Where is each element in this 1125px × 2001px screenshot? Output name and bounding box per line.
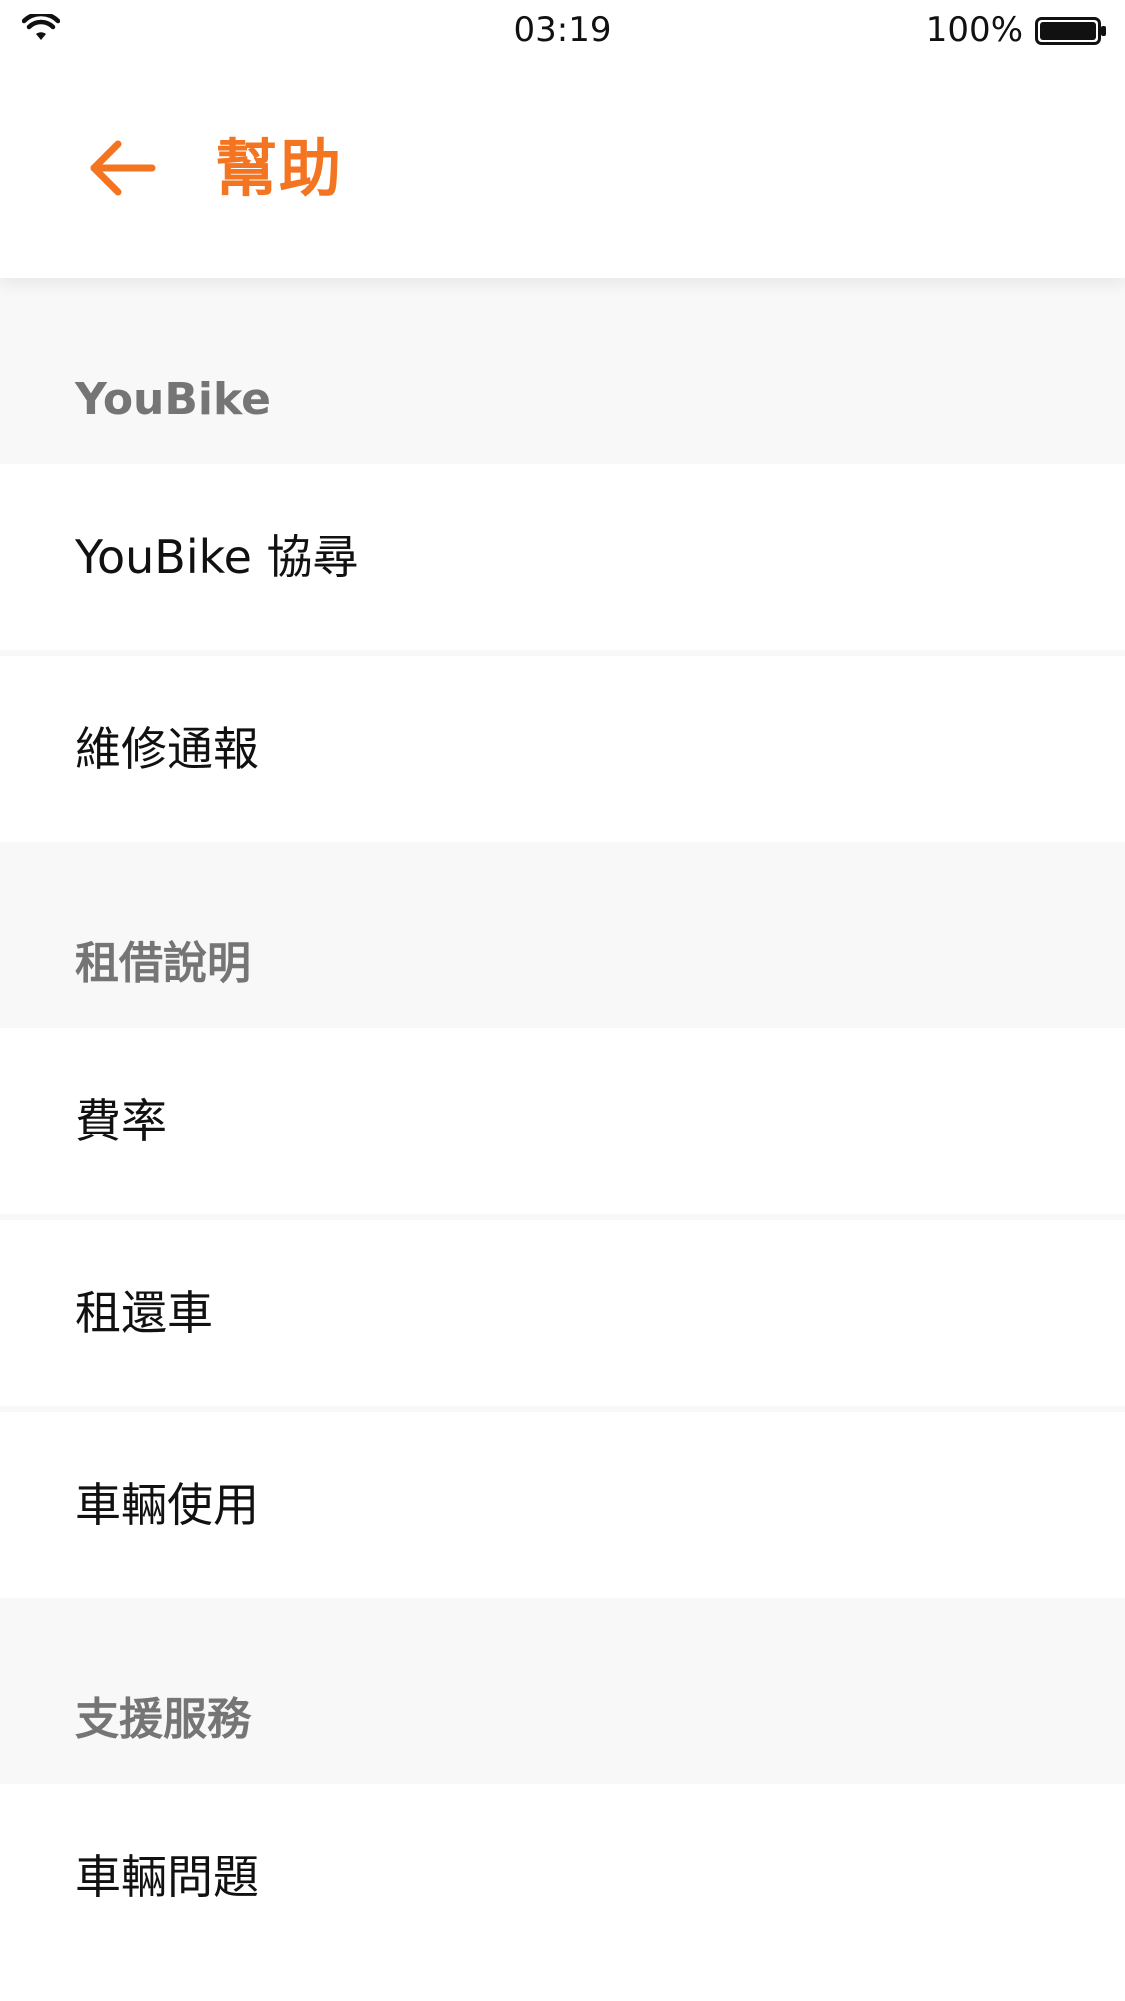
app-header: 幫助: [0, 60, 1125, 278]
section-header-support: 支援服務: [0, 1598, 1125, 1784]
battery-icon: [1035, 17, 1106, 45]
battery-percent: 100%: [925, 10, 1023, 50]
status-bar: 03:19 100%: [0, 0, 1125, 60]
section-title: YouBike: [75, 374, 271, 425]
help-list: YouBike YouBike 協尋 維修通報 租借說明 費率 租還車 車輛使用…: [0, 278, 1125, 1970]
list-item-fees[interactable]: 費率: [0, 1028, 1125, 1214]
list-item-label: 租還車: [75, 1286, 213, 1340]
section-header-rental-info: 租借說明: [0, 842, 1125, 1028]
list-item-label: 費率: [75, 1094, 167, 1148]
list-item-label: 車輛問題: [75, 1850, 259, 1904]
page-title: 幫助: [215, 132, 344, 205]
section-title: 租借說明: [75, 938, 251, 989]
list-item-bike-usage[interactable]: 車輛使用: [0, 1406, 1125, 1598]
list-item-repair-report[interactable]: 維修通報: [0, 650, 1125, 842]
list-item-youbike-search[interactable]: YouBike 協尋: [0, 464, 1125, 650]
list-item-label: 維修通報: [75, 722, 259, 776]
list-item-label: YouBike 協尋: [75, 530, 359, 584]
list-item-label: 車輛使用: [75, 1478, 259, 1532]
arrow-left-icon[interactable]: [86, 136, 158, 200]
list-item-bike-problem[interactable]: 車輛問題: [0, 1784, 1125, 1970]
section-header-youbike: YouBike: [0, 278, 1125, 464]
list-item-rent-return[interactable]: 租還車: [0, 1214, 1125, 1406]
section-title: 支援服務: [75, 1694, 251, 1745]
